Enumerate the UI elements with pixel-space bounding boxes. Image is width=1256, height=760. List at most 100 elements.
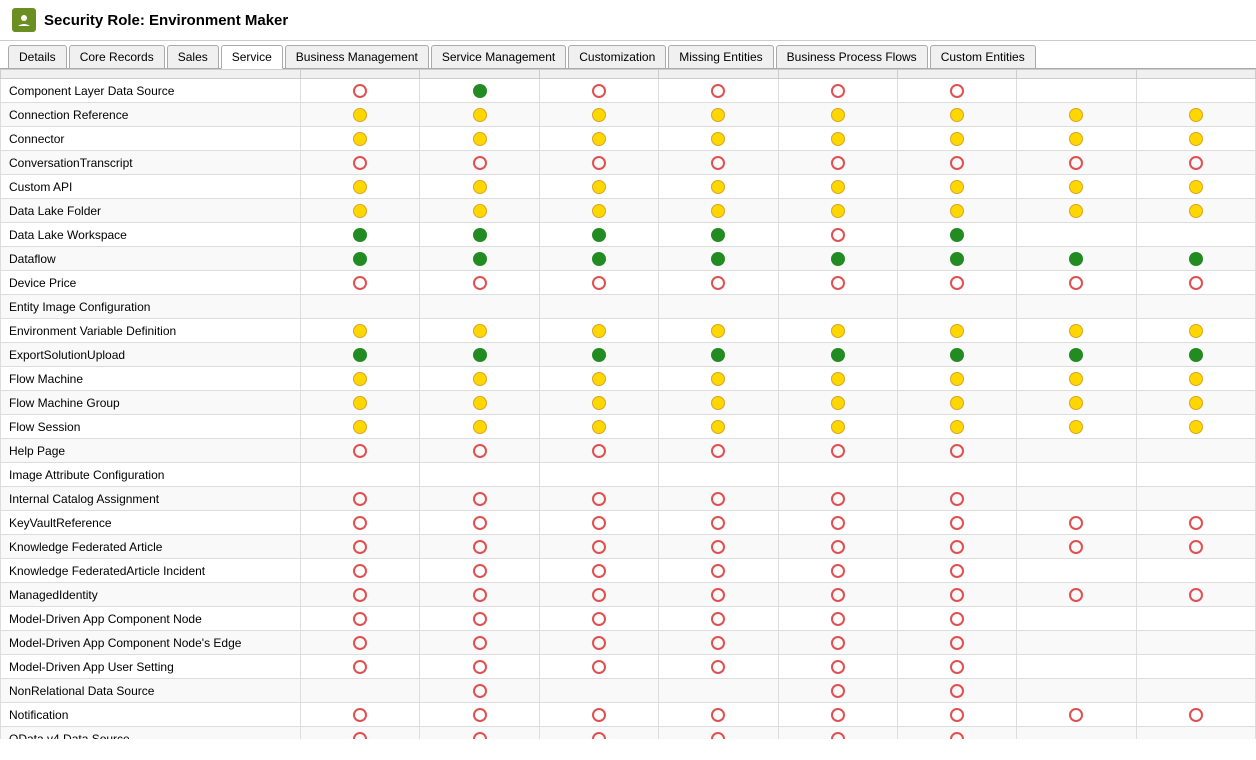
permission-cell[interactable] — [301, 103, 420, 127]
permission-dot[interactable] — [1189, 156, 1203, 170]
permission-cell[interactable] — [1017, 463, 1136, 487]
permission-cell[interactable] — [778, 271, 897, 295]
permission-cell[interactable] — [539, 103, 658, 127]
permission-cell[interactable] — [897, 319, 1016, 343]
permission-cell[interactable] — [659, 583, 778, 607]
permission-dot[interactable] — [473, 276, 487, 290]
permission-dot[interactable] — [711, 84, 725, 98]
permission-dot[interactable] — [950, 108, 964, 122]
permission-cell[interactable] — [1136, 127, 1255, 151]
tab-missing-entities[interactable]: Missing Entities — [668, 45, 773, 68]
permission-cell[interactable] — [1017, 535, 1136, 559]
permission-cell[interactable] — [1017, 559, 1136, 583]
permission-cell[interactable] — [659, 463, 778, 487]
permission-cell[interactable] — [539, 79, 658, 103]
permission-cell[interactable] — [778, 559, 897, 583]
permission-cell[interactable] — [539, 271, 658, 295]
permission-cell[interactable] — [1136, 679, 1255, 703]
permission-cell[interactable] — [1017, 103, 1136, 127]
permission-dot[interactable] — [950, 276, 964, 290]
permission-cell[interactable] — [420, 271, 539, 295]
permission-dot[interactable] — [711, 660, 725, 674]
permission-dot[interactable] — [1069, 708, 1083, 722]
permission-dot[interactable] — [473, 108, 487, 122]
permission-cell[interactable] — [659, 367, 778, 391]
permission-dot[interactable] — [1069, 108, 1083, 122]
permission-cell[interactable] — [778, 583, 897, 607]
permission-cell[interactable] — [1136, 367, 1255, 391]
permission-dot[interactable] — [711, 132, 725, 146]
permission-cell[interactable] — [659, 247, 778, 271]
permission-cell[interactable] — [539, 247, 658, 271]
permission-dot[interactable] — [592, 84, 606, 98]
permission-dot[interactable] — [711, 420, 725, 434]
permission-cell[interactable] — [420, 415, 539, 439]
permission-dot[interactable] — [1189, 204, 1203, 218]
permission-cell[interactable] — [897, 463, 1016, 487]
permission-dot[interactable] — [950, 324, 964, 338]
permission-cell[interactable] — [420, 319, 539, 343]
permission-cell[interactable] — [1136, 247, 1255, 271]
permission-cell[interactable] — [659, 295, 778, 319]
permission-dot[interactable] — [831, 684, 845, 698]
permission-cell[interactable] — [1017, 583, 1136, 607]
permission-dot[interactable] — [711, 636, 725, 650]
permission-cell[interactable] — [539, 415, 658, 439]
permission-dot[interactable] — [1189, 132, 1203, 146]
permission-cell[interactable] — [420, 607, 539, 631]
permission-cell[interactable] — [1017, 679, 1136, 703]
permission-cell[interactable] — [897, 487, 1016, 511]
permission-cell[interactable] — [1017, 295, 1136, 319]
permission-dot[interactable] — [831, 708, 845, 722]
permission-cell[interactable] — [897, 439, 1016, 463]
permission-dot[interactable] — [831, 108, 845, 122]
permission-cell[interactable] — [897, 727, 1016, 740]
permission-dot[interactable] — [473, 660, 487, 674]
permission-cell[interactable] — [301, 391, 420, 415]
permission-cell[interactable] — [778, 127, 897, 151]
permission-dot[interactable] — [1069, 132, 1083, 146]
permission-cell[interactable] — [897, 631, 1016, 655]
permission-dot[interactable] — [473, 252, 487, 266]
permission-dot[interactable] — [950, 636, 964, 650]
permission-cell[interactable] — [659, 703, 778, 727]
permission-dot[interactable] — [711, 348, 725, 362]
permission-cell[interactable] — [539, 727, 658, 740]
permission-cell[interactable] — [301, 631, 420, 655]
permission-cell[interactable] — [1017, 79, 1136, 103]
permission-cell[interactable] — [778, 175, 897, 199]
permission-cell[interactable] — [539, 679, 658, 703]
permission-cell[interactable] — [659, 199, 778, 223]
permission-dot[interactable] — [353, 108, 367, 122]
permission-cell[interactable] — [1136, 511, 1255, 535]
permission-cell[interactable] — [659, 223, 778, 247]
permission-cell[interactable] — [897, 583, 1016, 607]
permission-dot[interactable] — [353, 228, 367, 242]
permission-dot[interactable] — [711, 444, 725, 458]
tab-sales[interactable]: Sales — [167, 45, 219, 68]
permission-cell[interactable] — [420, 727, 539, 740]
permission-dot[interactable] — [831, 516, 845, 530]
permission-dot[interactable] — [950, 492, 964, 506]
permission-dot[interactable] — [950, 396, 964, 410]
permission-dot[interactable] — [950, 564, 964, 578]
permission-dot[interactable] — [353, 636, 367, 650]
permission-cell[interactable] — [301, 415, 420, 439]
permission-dot[interactable] — [1069, 588, 1083, 602]
permission-dot[interactable] — [711, 228, 725, 242]
permission-cell[interactable] — [897, 679, 1016, 703]
permission-dot[interactable] — [1069, 324, 1083, 338]
permission-dot[interactable] — [950, 372, 964, 386]
permission-dot[interactable] — [711, 564, 725, 578]
permission-cell[interactable] — [420, 463, 539, 487]
permission-dot[interactable] — [711, 108, 725, 122]
permission-dot[interactable] — [473, 396, 487, 410]
permission-dot[interactable] — [831, 276, 845, 290]
permission-cell[interactable] — [420, 79, 539, 103]
permission-cell[interactable] — [420, 151, 539, 175]
permission-cell[interactable] — [1017, 415, 1136, 439]
permission-dot[interactable] — [592, 228, 606, 242]
permission-cell[interactable] — [659, 439, 778, 463]
permission-cell[interactable] — [1136, 103, 1255, 127]
permission-cell[interactable] — [301, 487, 420, 511]
